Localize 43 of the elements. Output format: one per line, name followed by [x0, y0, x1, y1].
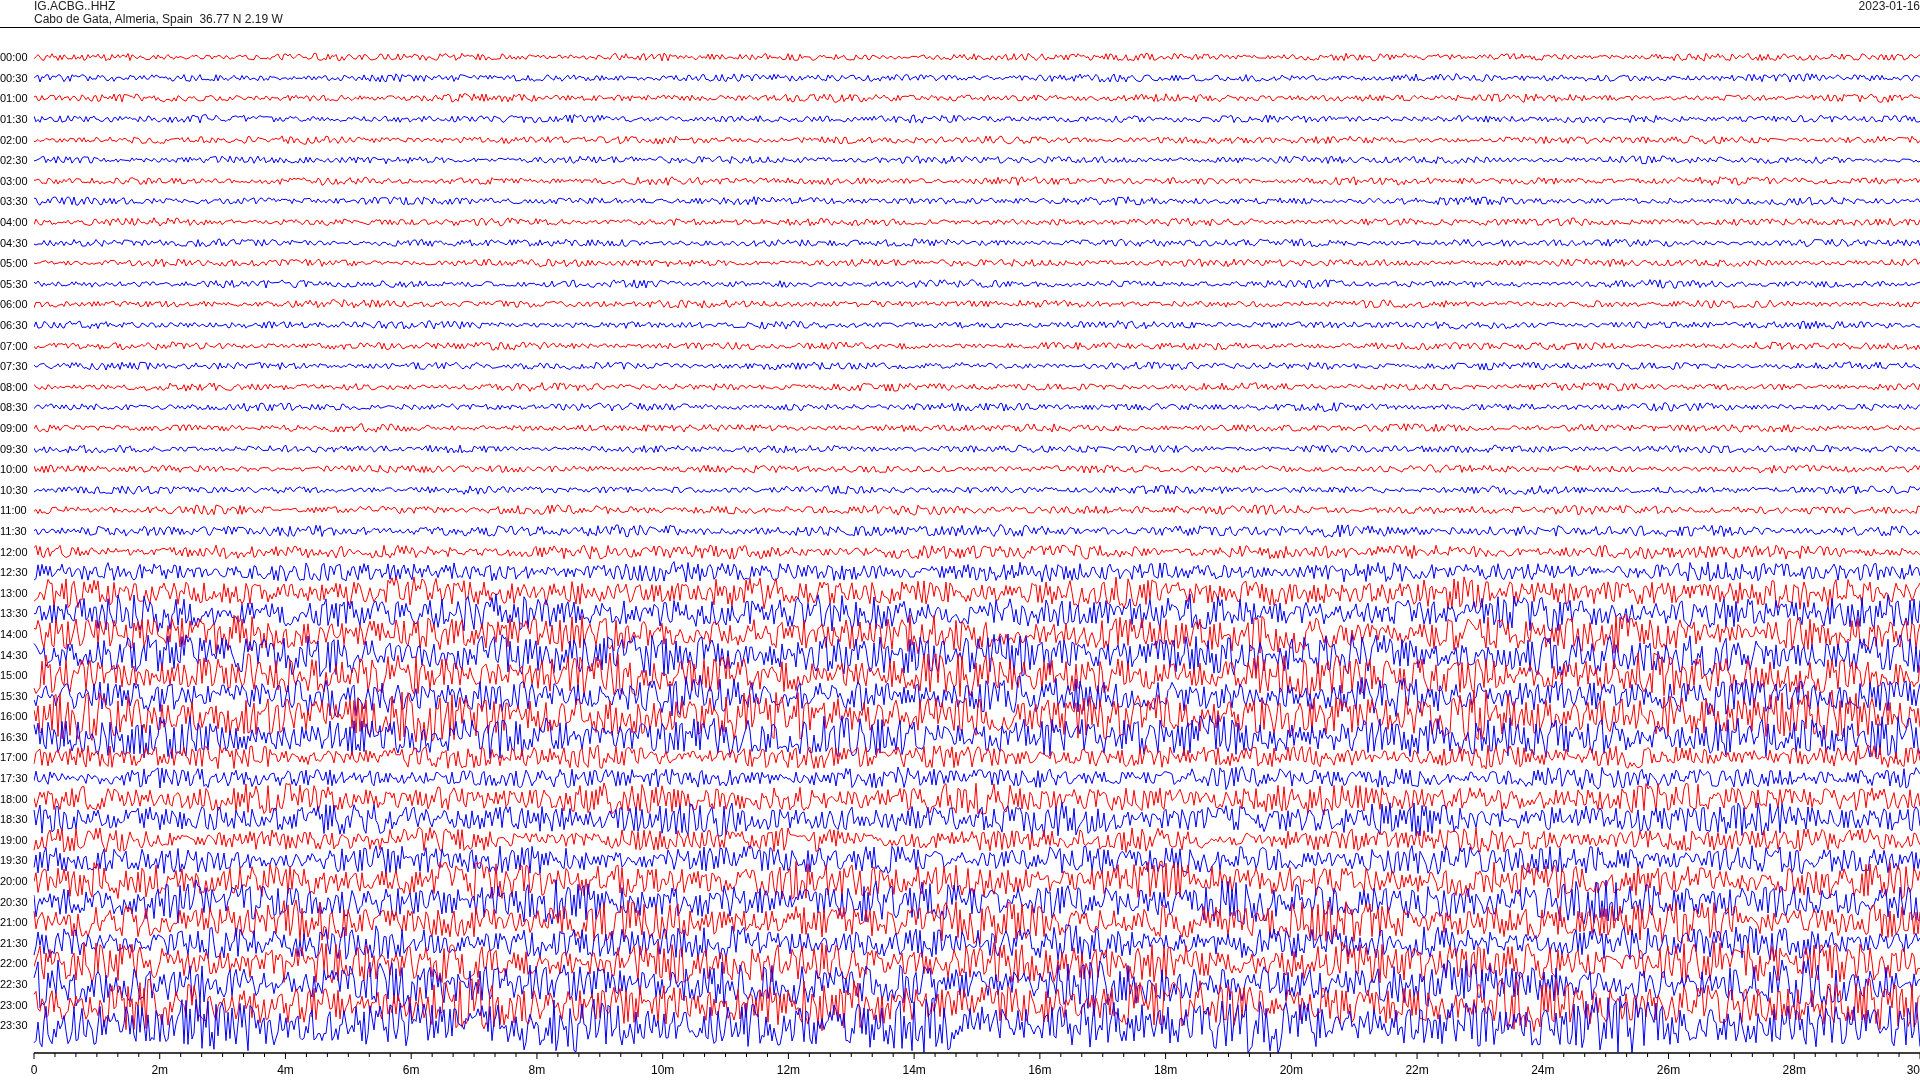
tick-label: 8m [528, 1062, 546, 1077]
time-label: 07:00 [0, 339, 34, 352]
tick-label: 26m [1656, 1062, 1681, 1077]
time-label: 12:00 [0, 545, 34, 558]
time-label: 18:00 [0, 792, 34, 805]
time-label: 04:00 [0, 216, 34, 229]
time-label: 22:00 [0, 957, 34, 970]
tick-label: 30 [1906, 1062, 1920, 1077]
time-label: 08:30 [0, 401, 34, 414]
time-label: 06:30 [0, 319, 34, 331]
tick-label: 0 [30, 1062, 38, 1077]
tick-label: 28m [1782, 1062, 1806, 1077]
tick-label: 12m [776, 1062, 801, 1077]
time-label: 09:30 [0, 442, 34, 455]
tick-label: 2m [151, 1062, 169, 1077]
tick-label: 6m [402, 1062, 420, 1077]
time-label: 17:30 [0, 772, 34, 785]
time-label: 16:00 [0, 710, 34, 723]
time-label: 20:00 [0, 875, 34, 888]
time-label: 18:30 [0, 813, 34, 826]
tick-label: 4m [277, 1062, 294, 1077]
time-label: 10:00 [0, 463, 34, 476]
station-location: Cabo de Gata, Almeria, Spain 36.77 N 2.19 W [34, 13, 283, 26]
tick-label: 16m [1028, 1062, 1052, 1077]
tick-label: 22m [1405, 1062, 1429, 1077]
time-label: 08:00 [0, 380, 34, 393]
time-label: 00:30 [0, 71, 34, 84]
time-label: 07:30 [0, 360, 34, 373]
tick-label: 18m [1153, 1062, 1178, 1077]
time-label: 01:30 [0, 113, 34, 126]
plot-date: 2023-01-16 [1858, 0, 1920, 15]
time-label: 17:00 [0, 751, 34, 764]
time-label: 09:00 [0, 422, 34, 434]
tick-label: 20m [1279, 1062, 1303, 1077]
station-code: IG.ACBG..HHZ [34, 0, 117, 13]
tick-label: 14m [902, 1062, 926, 1077]
tick-label: 10m [651, 1062, 675, 1077]
time-label: 06:00 [0, 298, 34, 311]
time-label: 15:30 [0, 689, 34, 702]
time-label: 00:00 [0, 51, 34, 64]
time-label: 20:30 [0, 895, 34, 908]
time-label: 19:30 [0, 854, 34, 867]
tick-label: 24m [1531, 1062, 1555, 1077]
